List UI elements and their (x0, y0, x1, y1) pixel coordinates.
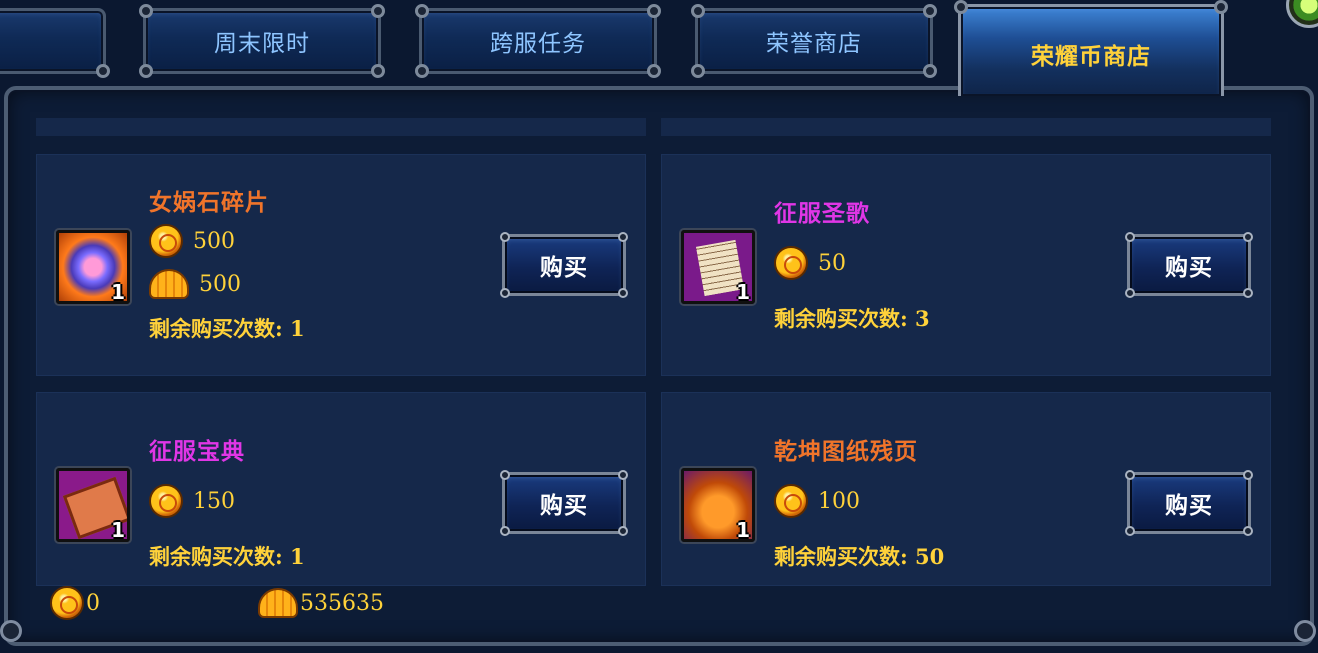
price-value: 100 (818, 488, 860, 514)
item-name: 征服圣歌 (774, 200, 870, 227)
header-strip (36, 118, 646, 136)
shop-item-card: 1 征服宝典 150 剩余购买次数: 1 购买 (36, 392, 646, 586)
book-icon[interactable]: 1 (56, 468, 130, 542)
buy-button-label: 购买 (1165, 254, 1213, 281)
shop-item-card: 1 女娲石碎片 500 500 剩余购买次数: 1 购买 (36, 154, 646, 376)
tab-ornament (954, 0, 968, 14)
buy-button-label: 购买 (1165, 492, 1213, 519)
item-quantity: 1 (736, 280, 750, 304)
tab-label: 荣耀币商店 (1031, 43, 1151, 70)
button-ornament (500, 526, 510, 536)
tab-ornament (139, 64, 153, 78)
tab-label: 周末限时 (214, 31, 310, 57)
shell-balance: 535635 (258, 586, 384, 620)
shell-balance-value: 535635 (300, 590, 384, 616)
tab-partial[interactable] (0, 8, 110, 78)
shell-icon (149, 269, 189, 299)
tab-honor-shop[interactable]: 荣誉商店 (691, 4, 937, 78)
tab-ornament (371, 4, 385, 18)
buy-button-label: 购买 (540, 492, 588, 519)
tab-weekend-limited[interactable]: 周末限时 (139, 4, 385, 78)
shop-item-card: 1 乾坤图纸残页 100 剩余购买次数: 50 购买 (661, 392, 1271, 586)
item-quantity: 1 (111, 518, 125, 542)
glory-coin-icon (149, 224, 183, 258)
price-row: 50 (774, 246, 846, 280)
button-ornament (1243, 526, 1253, 536)
item-name: 征服宝典 (149, 438, 245, 465)
price-row: 500 (149, 224, 235, 258)
button-ornament (1243, 232, 1253, 242)
price-value: 500 (193, 228, 235, 254)
button-ornament (1243, 470, 1253, 480)
shell-icon (258, 588, 298, 618)
remaining-purchases: 剩余购买次数: 50 (774, 544, 945, 569)
item-quantity: 1 (736, 518, 750, 542)
glory-coin-icon (149, 484, 183, 518)
price-value: 150 (193, 488, 235, 514)
button-ornament (500, 288, 510, 298)
buy-button[interactable]: 购买 (1125, 232, 1253, 298)
button-ornament (618, 232, 628, 242)
price-row: 500 (149, 267, 241, 301)
item-quantity: 1 (111, 280, 125, 304)
blueprint-page-icon[interactable]: 1 (681, 468, 755, 542)
gem-fragment-icon[interactable]: 1 (56, 230, 130, 304)
tab-ornament (96, 64, 110, 78)
tab-ornament (923, 64, 937, 78)
item-name: 女娲石碎片 (149, 189, 269, 216)
tab-ornament (691, 64, 705, 78)
remaining-purchases: 剩余购买次数: 1 (149, 544, 305, 569)
button-ornament (1125, 232, 1135, 242)
buy-button[interactable]: 购买 (1125, 470, 1253, 536)
buy-button[interactable]: 购买 (500, 470, 628, 536)
tab-ornament (1214, 0, 1228, 14)
buy-button[interactable]: 购买 (500, 232, 628, 298)
buy-button-label: 购买 (540, 254, 588, 281)
tab-glory-coin-shop[interactable]: 荣耀币商店 (954, 0, 1228, 96)
glory-coin-balance: 0 (50, 586, 100, 620)
price-value: 500 (199, 271, 241, 297)
remaining-purchases: 剩余购买次数: 3 (774, 306, 930, 331)
tab-ornament (647, 4, 661, 18)
tab-ornament (923, 4, 937, 18)
remaining-purchases: 剩余购买次数: 1 (149, 316, 305, 341)
button-ornament (1125, 470, 1135, 480)
glory-coin-icon (774, 246, 808, 280)
button-ornament (500, 232, 510, 242)
corner-gem-icon[interactable] (1286, 0, 1318, 28)
shop-item-card: 1 征服圣歌 50 剩余购买次数: 3 购买 (661, 154, 1271, 376)
price-row: 100 (774, 484, 860, 518)
header-strip (661, 118, 1271, 136)
button-ornament (1125, 526, 1135, 536)
item-name: 乾坤图纸残页 (774, 438, 918, 465)
price-row: 150 (149, 484, 235, 518)
tab-ornament (415, 4, 429, 18)
tab-label: 跨服任务 (490, 31, 586, 57)
panel-corner-ornament (0, 620, 22, 642)
tab-ornament (691, 4, 705, 18)
tab-cross-server-tasks[interactable]: 跨服任务 (415, 4, 661, 78)
tab-label: 荣誉商店 (766, 31, 862, 57)
tab-ornament (647, 64, 661, 78)
tab-ornament (371, 64, 385, 78)
button-ornament (1243, 288, 1253, 298)
button-ornament (1125, 288, 1135, 298)
button-ornament (500, 470, 510, 480)
scroll-icon[interactable]: 1 (681, 230, 755, 304)
glory-coin-balance-value: 0 (86, 590, 100, 616)
tab-ornament (415, 64, 429, 78)
tab-ornament (139, 4, 153, 18)
glory-coin-icon (774, 484, 808, 518)
button-ornament (618, 526, 628, 536)
glory-coin-icon (50, 586, 84, 620)
price-value: 50 (818, 250, 846, 276)
panel-corner-ornament (1294, 620, 1316, 642)
button-ornament (618, 288, 628, 298)
button-ornament (618, 470, 628, 480)
